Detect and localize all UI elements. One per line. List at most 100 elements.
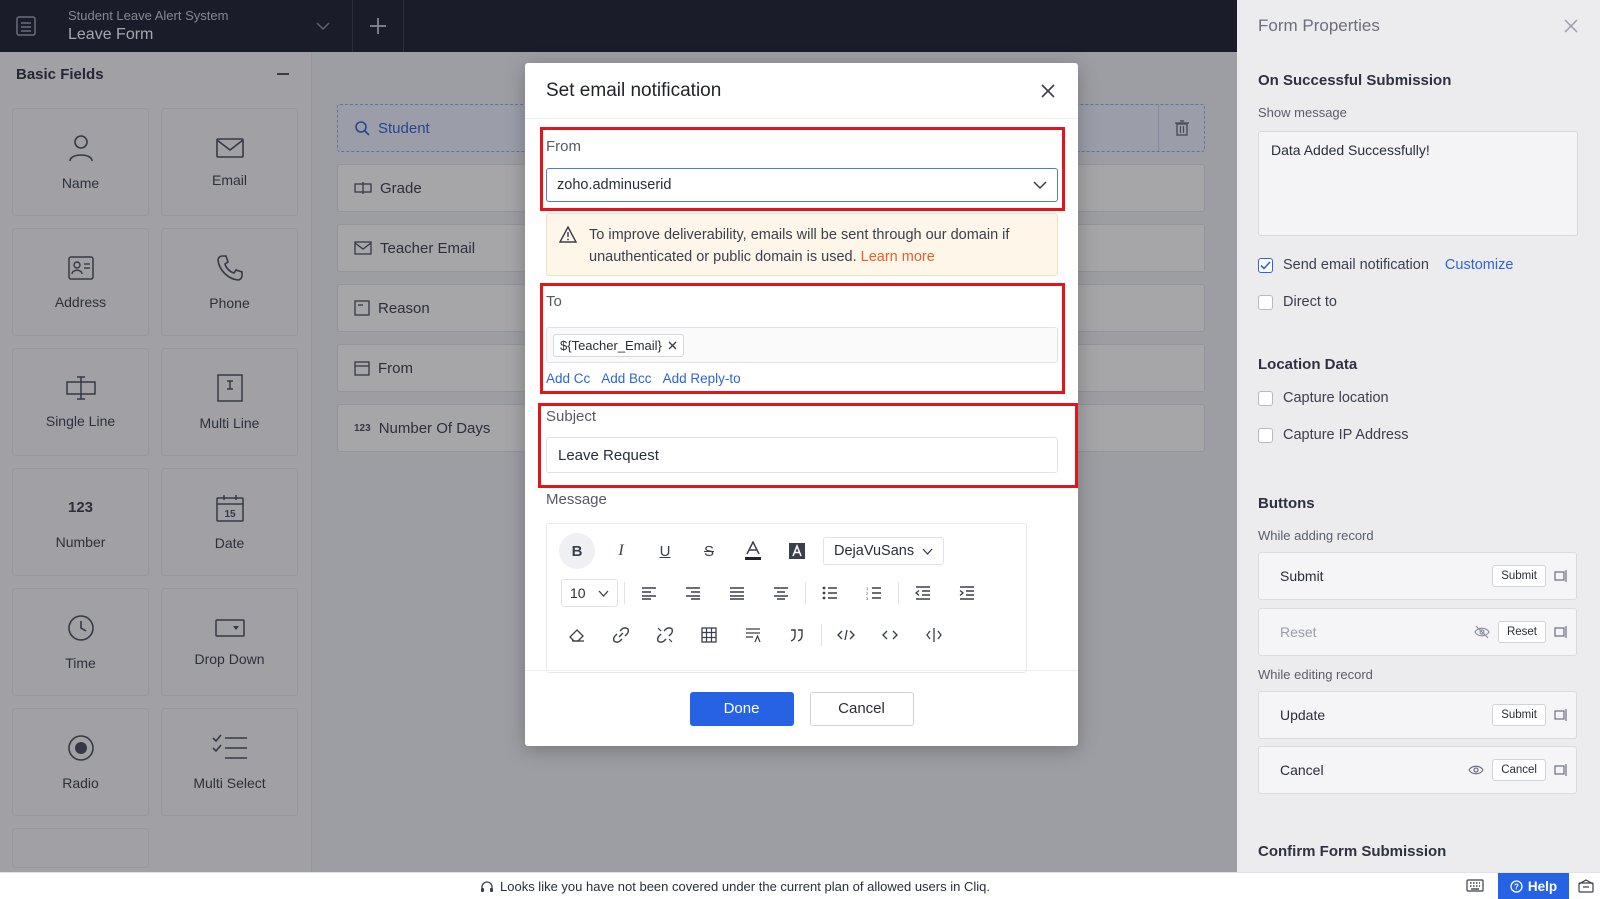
line-spacing-button[interactable] <box>731 618 775 652</box>
outdent-icon <box>914 586 930 600</box>
rename-icon[interactable] <box>1554 763 1568 777</box>
chevron-down-icon <box>598 590 609 597</box>
indent-button[interactable] <box>945 576 989 610</box>
success-message-input[interactable]: Data Added Successfully! <box>1258 131 1578 236</box>
learn-more-link[interactable]: Learn more <box>861 249 935 265</box>
justify-icon <box>729 587 744 600</box>
hidden-eye-icon[interactable] <box>1474 625 1490 639</box>
send-email-checkbox[interactable] <box>1258 257 1273 273</box>
remove-chip-icon[interactable] <box>668 341 677 350</box>
chevron-down-icon <box>1033 181 1047 189</box>
button-config-name: Reset <box>1280 624 1317 640</box>
capture-location-row: Capture location <box>1258 390 1389 406</box>
bold-button[interactable]: B <box>555 533 599 569</box>
strikethrough-button[interactable]: S <box>687 534 731 568</box>
subject-label: Subject <box>546 408 597 425</box>
outdent-button[interactable] <box>901 576 945 610</box>
button-config-submit[interactable]: Submit Submit <box>1258 552 1577 600</box>
button-config-name: Cancel <box>1280 762 1324 778</box>
bulleted-list-icon <box>822 586 837 600</box>
dialog-title: Set email notification <box>546 79 722 101</box>
help-button[interactable]: ? Help <box>1498 873 1569 899</box>
numbered-list-button[interactable]: 123 <box>852 576 896 610</box>
add-bcc-link[interactable]: Add Bcc <box>601 371 651 386</box>
close-icon[interactable] <box>1040 83 1056 99</box>
insert-link-button[interactable] <box>599 618 643 652</box>
direct-to-label: Direct to <box>1283 294 1337 310</box>
clear-format-button[interactable] <box>555 618 599 652</box>
dialog-header: Set email notification <box>525 63 1078 119</box>
bulleted-list-button[interactable] <box>808 576 852 610</box>
font-size-value: 10 <box>570 585 586 601</box>
button-config-tag[interactable]: Cancel <box>1492 759 1546 781</box>
align-left-icon <box>641 587 656 600</box>
recipient-chip[interactable]: ${Teacher_Email} <box>553 333 684 357</box>
capture-ip-checkbox[interactable] <box>1258 427 1273 443</box>
insert-table-button[interactable] <box>687 618 731 652</box>
button-config-actions: Reset <box>1474 621 1568 643</box>
customize-link[interactable]: Customize <box>1445 257 1514 273</box>
align-right-icon <box>685 587 700 600</box>
code-block-button[interactable] <box>824 618 868 652</box>
button-config-cancel[interactable]: Cancel Cancel <box>1258 746 1577 794</box>
rename-icon[interactable] <box>1554 708 1568 722</box>
align-right-button[interactable] <box>671 576 715 610</box>
to-recipient-input[interactable]: ${Teacher_Email} <box>546 327 1058 363</box>
align-left-button[interactable] <box>627 576 671 610</box>
cancel-button[interactable]: Cancel <box>809 691 914 726</box>
button-config-tag[interactable]: Reset <box>1497 621 1546 643</box>
toolbar-divider <box>804 582 806 604</box>
button-config-actions: Submit <box>1492 704 1568 726</box>
code-block-icon <box>837 629 855 641</box>
rename-icon[interactable] <box>1554 625 1568 639</box>
italic-button[interactable]: I <box>599 534 643 568</box>
capture-location-checkbox[interactable] <box>1258 390 1273 406</box>
justify-button[interactable] <box>715 576 759 610</box>
deliverability-warning: To improve deliverability, emails will b… <box>546 213 1058 276</box>
link-icon <box>613 627 629 643</box>
underline-button[interactable]: U <box>643 534 687 568</box>
warning-text-block: To improve deliverability, emails will b… <box>589 224 1045 265</box>
unlink-icon <box>657 627 673 643</box>
font-family-select[interactable]: DejaVuSans <box>823 537 945 565</box>
message-label: Message <box>546 491 607 508</box>
editor-toolbar-row-2: 10 123 <box>547 576 989 610</box>
indent-icon <box>959 586 974 600</box>
button-config-tag[interactable]: Submit <box>1492 704 1546 726</box>
rename-icon[interactable] <box>1554 569 1568 583</box>
field-insert-button[interactable] <box>912 618 956 652</box>
text-color-button[interactable] <box>731 534 775 568</box>
recipient-links: Add Cc Add Bcc Add Reply-to <box>546 371 741 386</box>
align-center-button[interactable] <box>759 576 803 610</box>
recipient-chip-label: ${Teacher_Email} <box>560 337 662 353</box>
cliq-notice-text: Looks like you have not been covered und… <box>500 879 990 894</box>
toolbar-divider <box>821 624 822 646</box>
numbered-list-icon: 123 <box>866 586 881 600</box>
quote-icon <box>790 629 803 642</box>
done-button[interactable]: Done <box>689 691 794 726</box>
font-size-select[interactable]: 10 <box>561 579 618 607</box>
align-center-icon <box>773 587 788 600</box>
underline-icon: U <box>659 542 671 560</box>
add-cc-link[interactable]: Add Cc <box>546 371 590 386</box>
eye-icon[interactable] <box>1468 763 1484 777</box>
close-icon[interactable] <box>1564 19 1578 33</box>
warning-icon <box>559 226 577 243</box>
subject-input[interactable]: Leave Request <box>546 437 1058 473</box>
button-config-actions: Cancel <box>1468 759 1568 781</box>
button-config-tag[interactable]: Submit <box>1492 565 1546 587</box>
from-select[interactable]: zoho.adminuserid <box>546 168 1058 202</box>
blockquote-button[interactable] <box>775 618 819 652</box>
buttons-heading: Buttons <box>1258 495 1315 512</box>
inline-code-button[interactable] <box>868 618 912 652</box>
add-reply-to-link[interactable]: Add Reply-to <box>663 371 741 386</box>
feedback-icon[interactable] <box>1578 879 1594 898</box>
remove-link-button[interactable] <box>643 618 687 652</box>
direct-to-checkbox[interactable] <box>1258 294 1273 310</box>
button-config-reset[interactable]: Reset Reset <box>1258 608 1577 656</box>
button-config-update[interactable]: Update Submit <box>1258 691 1577 739</box>
keyboard-icon[interactable] <box>1466 879 1484 897</box>
bold-icon: B <box>571 542 583 560</box>
toolbar-divider <box>897 582 899 604</box>
background-color-button[interactable] <box>775 534 819 568</box>
